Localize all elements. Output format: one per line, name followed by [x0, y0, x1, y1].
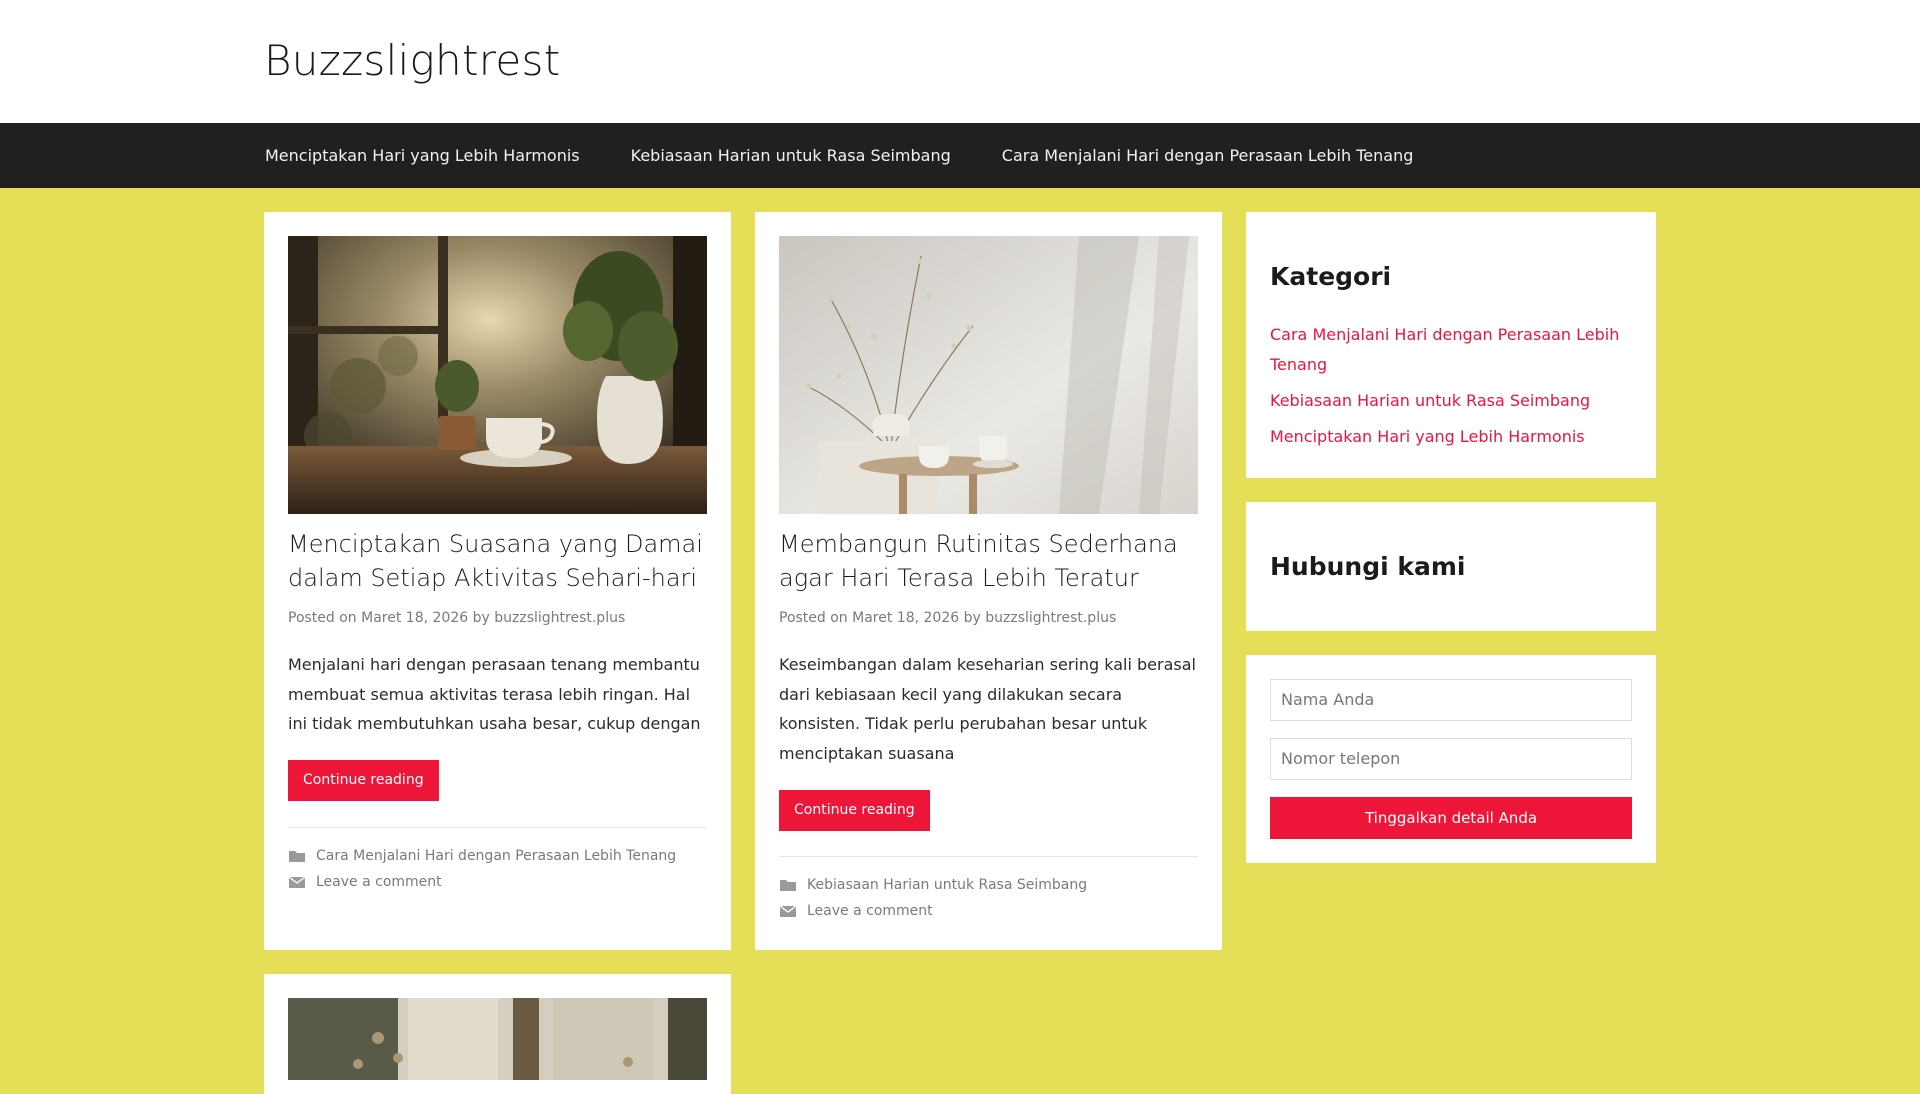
envelope-icon [288, 876, 306, 888]
envelope-icon [779, 905, 797, 917]
post-footer: Kebiasaan Harian untuk Rasa Seimbang Lea… [779, 856, 1198, 919]
dried-flowers-teacup-photo [779, 236, 1198, 514]
by-label: by [472, 610, 490, 626]
post-comment-row: Leave a comment [288, 874, 442, 890]
post-date-link[interactable]: Maret 18, 2026 [361, 610, 468, 626]
widget-title-hubungi: Hubungi kami [1270, 552, 1466, 581]
leave-comment-link[interactable]: Leave a comment [316, 874, 442, 890]
category-link-harmonis[interactable]: Menciptakan Hari yang Lebih Harmonis [1270, 422, 1640, 452]
posted-on-label: Posted on [779, 610, 848, 626]
post-excerpt: Keseimbangan dalam keseharian sering kal… [779, 655, 1196, 763]
categories-widget: Kategori Cara Menjalani Hari dengan Pera… [1246, 212, 1656, 478]
leave-comment-link[interactable]: Leave a comment [807, 903, 933, 919]
post-excerpt: Menjalani hari dengan perasaan tenang me… [288, 655, 701, 733]
category-link-tenang[interactable]: Cara Menjalani Hari dengan Perasaan Lebi… [1270, 320, 1640, 380]
nav-item-seimbang[interactable]: Kebiasaan Harian untuk Rasa Seimbang [631, 146, 951, 165]
post-meta: Posted on Maret 18, 2026 by buzzslightre… [779, 610, 1116, 626]
post-category-link[interactable]: Kebiasaan Harian untuk Rasa Seimbang [807, 877, 1087, 893]
site-title[interactable]: Buzzslightrest [264, 36, 560, 85]
post-category-link[interactable]: Cara Menjalani Hari dengan Perasaan Lebi… [316, 848, 676, 864]
posted-on-label: Posted on [288, 610, 357, 626]
post-card: Menciptakan Suasana yang Damai dalam Set… [264, 212, 731, 950]
nav-item-tenang[interactable]: Cara Menjalani Hari dengan Perasaan Lebi… [1002, 146, 1414, 165]
post-title[interactable]: Membangun Rutinitas Sederhana agar Hari … [779, 527, 1209, 595]
post-thumbnail-image[interactable] [288, 236, 707, 514]
continue-reading-button[interactable]: Continue reading [288, 760, 439, 801]
category-link-seimbang[interactable]: Kebiasaan Harian untuk Rasa Seimbang [1270, 386, 1640, 416]
folder-icon [780, 880, 796, 891]
post-footer: Cara Menjalani Hari dengan Perasaan Lebi… [288, 827, 707, 890]
post-date-link[interactable]: Maret 18, 2026 [852, 610, 959, 626]
post-title[interactable]: Menciptakan Suasana yang Damai dalam Set… [288, 527, 718, 595]
window-dried-flowers-photo [288, 998, 707, 1080]
by-label: by [963, 610, 981, 626]
phone-input[interactable]: Nomor telepon [1270, 738, 1632, 780]
post-category-row: Kebiasaan Harian untuk Rasa Seimbang [779, 877, 1087, 893]
post-author-link[interactable]: buzzslightrest.plus [985, 610, 1116, 626]
contact-widget: Hubungi kami [1246, 502, 1656, 631]
main-navigation: Menciptakan Hari yang Lebih Harmonis Keb… [0, 123, 1920, 188]
post-author-link[interactable]: buzzslightrest.plus [494, 610, 625, 626]
contact-form-widget: Nama Anda Nomor telepon Tinggalkan detai… [1246, 655, 1656, 863]
folder-icon [289, 851, 305, 862]
nav-item-harmonis[interactable]: Menciptakan Hari yang Lebih Harmonis [265, 146, 580, 165]
post-thumbnail-image[interactable] [288, 998, 707, 1080]
post-category-row: Cara Menjalani Hari dengan Perasaan Lebi… [288, 848, 676, 864]
post-thumbnail-image[interactable] [779, 236, 1198, 514]
post-meta: Posted on Maret 18, 2026 by buzzslightre… [288, 610, 625, 626]
window-coffee-plant-photo [288, 236, 707, 514]
submit-details-button[interactable]: Tinggalkan detail Anda [1270, 797, 1632, 839]
post-card [264, 974, 731, 1094]
widget-title-kategori: Kategori [1270, 262, 1392, 291]
post-card: Membangun Rutinitas Sederhana agar Hari … [755, 212, 1222, 950]
category-list: Cara Menjalani Hari dengan Perasaan Lebi… [1270, 320, 1640, 452]
continue-reading-button[interactable]: Continue reading [779, 790, 930, 831]
site-header: Buzzslightrest [0, 0, 1920, 123]
post-comment-row: Leave a comment [779, 903, 933, 919]
name-input[interactable]: Nama Anda [1270, 679, 1632, 721]
